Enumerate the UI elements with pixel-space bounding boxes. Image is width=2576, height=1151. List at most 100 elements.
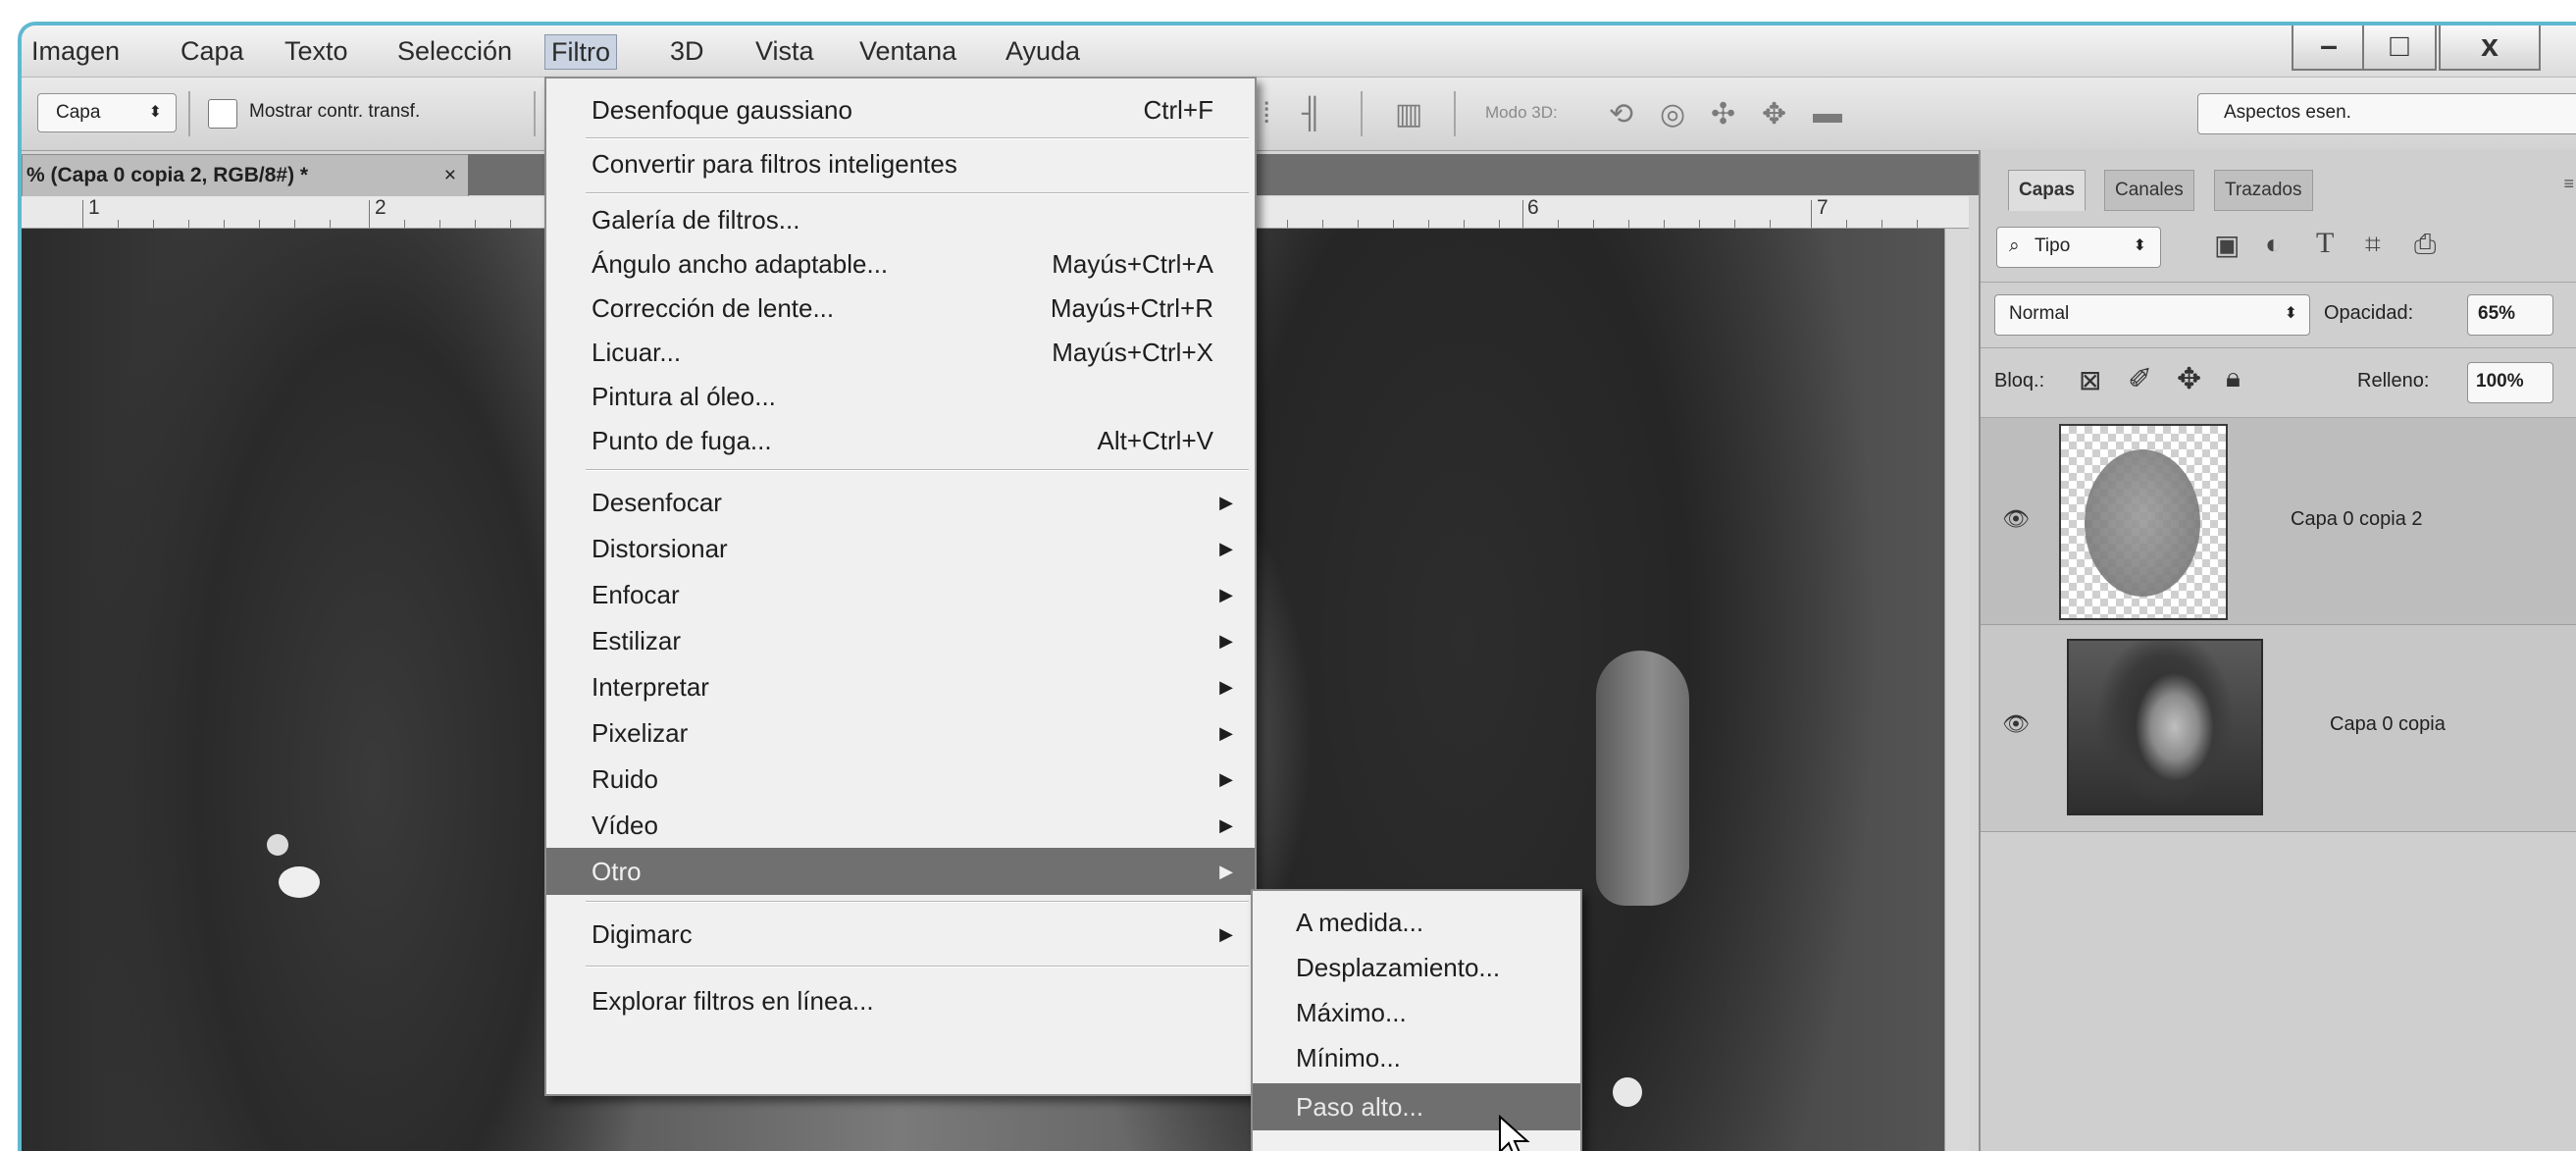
menu-seleccion[interactable]: Selección — [391, 34, 518, 68]
layer-filter-row: ⌕ Tipo ⬍ ▣ ◐ T ⌗ ⎙ — [1981, 211, 2576, 283]
show-transform-checkbox[interactable] — [208, 99, 237, 129]
menu-item-other[interactable]: Otro ▶ — [546, 848, 1255, 895]
drag-3d-icon[interactable]: ✣ — [1711, 97, 1735, 131]
submenu-arrow-icon: ▶ — [1219, 815, 1233, 835]
menu-3d[interactable]: 3D — [664, 34, 710, 68]
toolbar-divider — [188, 91, 190, 136]
menu-item-label: Interpretar — [592, 672, 709, 702]
menu-bar: Imagen Capa Texto Selección Filtro 3D Vi… — [22, 26, 2576, 78]
menu-item-label: Ángulo ancho adaptable... — [592, 249, 889, 279]
submenu-arrow-icon: ▶ — [1219, 585, 1233, 604]
slide-3d-icon[interactable]: ✥ — [1762, 97, 1786, 131]
type-filter-icon[interactable]: T — [2316, 227, 2334, 260]
minimize-button[interactable]: – — [2292, 26, 2366, 71]
lock-label: Bloq.: — [1994, 370, 2045, 392]
rotate-3d-icon[interactable]: ⟲ — [1609, 97, 1633, 131]
menu-item-sharpen[interactable]: Enfocar ▶ — [546, 573, 1255, 616]
menu-filtro[interactable]: Filtro — [544, 34, 617, 70]
menu-item-vanishing-point[interactable]: Punto de fuga... Alt+Ctrl+V — [546, 419, 1255, 462]
tab-canales[interactable]: Canales — [2104, 170, 2194, 211]
layer-row[interactable]: 👁︎ Capa 0 copia — [1981, 625, 2576, 832]
ruler-number: 7 — [1817, 196, 1829, 219]
toolbar-divider — [534, 91, 536, 136]
menu-item-digimarc[interactable]: Digimarc ▶ — [546, 913, 1255, 956]
submenu-item-minimum[interactable]: Mínimo... — [1253, 1036, 1580, 1079]
mouse-cursor-icon — [1499, 1115, 1530, 1151]
options-bar: Capa ⬍ Mostrar contr. transf. ⁞ ╢ ▥ Modo… — [22, 78, 2576, 151]
menu-item-adaptive-wide-angle[interactable]: Ángulo ancho adaptable... Mayús+Ctrl+A — [546, 242, 1255, 286]
menu-imagen[interactable]: Imagen — [26, 34, 126, 68]
layer-kind-filter[interactable]: ⌕ Tipo ⬍ — [1996, 227, 2161, 268]
menu-item-label: Pintura al óleo... — [592, 382, 776, 411]
submenu-item-offset[interactable]: Desplazamiento... — [1253, 946, 1580, 989]
blend-mode-dropdown[interactable]: Normal ⬍ — [1994, 294, 2310, 336]
menu-item-label: Explorar filtros en línea... — [592, 986, 874, 1016]
smart-object-filter-icon[interactable]: ⎙ — [2414, 229, 2436, 261]
lock-position-icon[interactable]: ✥ — [2177, 362, 2201, 396]
layer-row-selected[interactable]: 👁︎ Capa 0 copia 2 — [1981, 418, 2576, 625]
opacity-value: 65% — [2478, 303, 2516, 324]
menu-item-pixelate[interactable]: Pixelizar ▶ — [546, 711, 1255, 755]
menu-vista[interactable]: Vista — [749, 34, 820, 68]
menu-item-distort[interactable]: Distorsionar ▶ — [546, 527, 1255, 570]
close-button[interactable]: x — [2439, 26, 2541, 71]
submenu-item-custom[interactable]: A medida... — [1253, 901, 1580, 944]
workspace-dropdown[interactable]: Aspectos esen. — [2197, 93, 2576, 134]
roll-3d-icon[interactable]: ◎ — [1660, 97, 1685, 131]
menu-item-video[interactable]: Vídeo ▶ — [546, 804, 1255, 847]
auto-align-icon[interactable]: ▥ — [1395, 97, 1422, 131]
submenu-arrow-icon: ▶ — [1219, 723, 1233, 743]
menu-item-convert-smart-filters[interactable]: Convertir para filtros inteligentes — [546, 142, 1255, 185]
opacity-field[interactable]: 65% — [2467, 294, 2553, 336]
menu-item-stylize[interactable]: Estilizar ▶ — [546, 619, 1255, 662]
auto-select-dropdown[interactable]: Capa ⬍ — [37, 93, 177, 132]
menu-item-label: Convertir para filtros inteligentes — [592, 149, 957, 179]
lock-brush-icon[interactable]: ✐ — [2128, 362, 2152, 396]
menu-item-liquify[interactable]: Licuar... Mayús+Ctrl+X — [546, 331, 1255, 374]
visibility-eye-icon[interactable]: 👁︎ — [2002, 711, 2030, 737]
menu-item-gaussian-blur[interactable]: Desenfoque gaussiano Ctrl+F — [546, 88, 1255, 131]
layer-name[interactable]: Capa 0 copia — [2330, 713, 2446, 736]
scale-3d-icon[interactable]: ▬ — [1813, 97, 1842, 131]
menu-item-browse-filters-online[interactable]: Explorar filtros en línea... — [546, 979, 1255, 1022]
ruler-number: 6 — [1527, 196, 1539, 219]
lock-all-icon[interactable]: 🔒︎ — [2226, 362, 2241, 394]
submenu-arrow-icon: ▶ — [1219, 631, 1233, 651]
visibility-eye-icon[interactable]: 👁︎ — [2002, 506, 2030, 532]
menu-item-shortcut: Mayús+Ctrl+R — [1050, 293, 1213, 323]
auto-select-value: Capa — [56, 102, 101, 123]
maximize-button[interactable]: □ — [2362, 26, 2437, 71]
menu-item-label: Licuar... — [592, 338, 682, 367]
menu-ventana[interactable]: Ventana — [853, 34, 962, 68]
menu-item-label: Corrección de lente... — [592, 293, 835, 323]
close-tab-icon[interactable]: × — [444, 155, 456, 196]
menu-item-render[interactable]: Interpretar ▶ — [546, 665, 1255, 708]
menu-capa[interactable]: Capa — [175, 34, 250, 68]
tab-trazados[interactable]: Trazados — [2214, 170, 2313, 211]
menu-texto[interactable]: Texto — [279, 34, 354, 68]
menu-item-filter-gallery[interactable]: Galería de filtros... — [546, 198, 1255, 241]
fill-field[interactable]: 100% — [2467, 362, 2553, 403]
tab-capas[interactable]: Capas — [2008, 170, 2087, 211]
lock-transparency-icon[interactable]: ⊠ — [2079, 364, 2101, 396]
menu-item-blur[interactable]: Desenfocar ▶ — [546, 481, 1255, 524]
menu-item-lens-correction[interactable]: Corrección de lente... Mayús+Ctrl+R — [546, 287, 1255, 330]
pixel-layer-filter-icon[interactable]: ▣ — [2214, 229, 2240, 261]
document-tab-title: % (Capa 0 copia 2, RGB/8#) * — [26, 164, 309, 186]
menu-item-label: Vídeo — [592, 811, 658, 840]
menu-item-label: Punto de fuga... — [592, 426, 772, 455]
menu-ayuda[interactable]: Ayuda — [1000, 34, 1086, 68]
adjustment-filter-icon[interactable]: ◐ — [2265, 229, 2282, 260]
canvas-scrollbar[interactable] — [1944, 229, 1970, 1151]
menu-item-oil-paint[interactable]: Pintura al óleo... — [546, 375, 1255, 418]
panel-menu-icon[interactable]: ≡ — [2563, 174, 2574, 194]
distribute-center-icon[interactable]: ╢ — [1302, 97, 1322, 131]
document-tab[interactable]: % (Capa 0 copia 2, RGB/8#) * × — [22, 154, 469, 197]
menu-item-noise[interactable]: Ruido ▶ — [546, 758, 1255, 801]
distribute-icon[interactable]: ⁞ — [1262, 97, 1270, 131]
blend-row: Normal ⬍ Opacidad: 65% — [1981, 283, 2576, 348]
layer-name[interactable]: Capa 0 copia 2 — [2291, 508, 2423, 531]
shape-filter-icon[interactable]: ⌗ — [2365, 229, 2381, 261]
submenu-item-maximum[interactable]: Máximo... — [1253, 991, 1580, 1034]
menu-item-label: Desenfoque gaussiano — [592, 95, 852, 125]
